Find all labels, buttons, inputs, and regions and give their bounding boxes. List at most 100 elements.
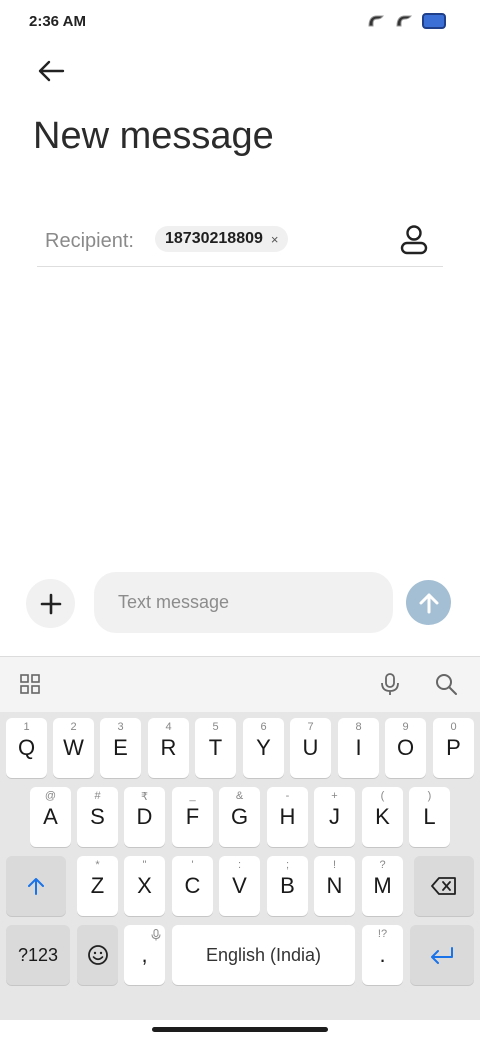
recipient-chip[interactable]: 18730218809 × <box>155 226 289 252</box>
send-arrow-icon <box>419 593 438 613</box>
status-bar: 2:36 AM <box>0 0 480 44</box>
key-j[interactable]: + J <box>314 787 355 847</box>
key-hint: !? <box>377 928 388 940</box>
key-t[interactable]: 5T <box>195 718 236 778</box>
key-hint: # <box>94 790 101 802</box>
key-g[interactable]: & G <box>219 787 260 847</box>
key-label: S <box>90 804 105 829</box>
key-hint: ; <box>285 859 290 871</box>
key-u[interactable]: 7U <box>290 718 331 778</box>
key-a[interactable]: @ A <box>30 787 71 847</box>
key-q[interactable]: 1Q <box>6 718 47 778</box>
key-hint: ) <box>427 790 432 802</box>
key-label: K <box>375 804 390 829</box>
key-i[interactable]: 8I <box>338 718 379 778</box>
key-h[interactable]: -H <box>267 787 308 847</box>
key-hint: 8 <box>355 721 362 733</box>
navigation-bar <box>0 1020 480 1040</box>
key-d[interactable]: ₹ D <box>124 787 165 847</box>
key-s[interactable]: # S <box>77 787 118 847</box>
key-z[interactable]: * Z <box>77 856 118 916</box>
key-label: W <box>63 735 84 760</box>
microphone-icon <box>381 673 399 695</box>
key-label: C <box>184 873 201 898</box>
add-attachment-button[interactable] <box>26 579 75 628</box>
key-hint: 1 <box>23 721 30 733</box>
key-label: I <box>355 735 362 760</box>
key-label: F <box>185 804 200 829</box>
key-n[interactable]: ! N <box>314 856 355 916</box>
signal-2-icon <box>396 15 412 27</box>
key-hint: ' <box>191 859 194 871</box>
key-m[interactable]: ? M <box>362 856 403 916</box>
emoji-icon <box>87 945 108 965</box>
key-hint: 6 <box>260 721 267 733</box>
space-key[interactable]: English (India) <box>172 925 355 985</box>
keyboard: 1Q 2W 3E 4R 5T 6Y 7U 8I 9O 0P @ A # S ₹ D _… <box>0 656 480 1020</box>
space-key-label: English (India) <box>205 944 322 965</box>
key-label: X <box>137 873 152 898</box>
key-r[interactable]: 4R <box>148 718 189 778</box>
key-hint: ( <box>380 790 385 802</box>
back-arrow-icon <box>38 60 65 82</box>
battery-icon <box>422 13 446 29</box>
compose-bar <box>0 570 480 636</box>
contact-person-icon[interactable] <box>399 224 429 256</box>
key-label: O <box>396 735 415 760</box>
key-hint: + <box>331 790 338 802</box>
shift-key[interactable] <box>6 856 66 916</box>
recipient-row[interactable]: Recipient: 18730218809 × <box>37 218 443 267</box>
key-hint: 5 <box>212 721 219 733</box>
key-p[interactable]: 0P <box>433 718 474 778</box>
key-y[interactable]: 6Y <box>243 718 284 778</box>
key-b[interactable]: ; B <box>267 856 308 916</box>
enter-icon <box>431 947 453 964</box>
search-button[interactable] <box>432 670 460 698</box>
key-k[interactable]: (K <box>362 787 403 847</box>
recipient-label: Recipient: <box>45 230 134 252</box>
key-label: N <box>326 873 343 898</box>
period-key[interactable]: !? . <box>362 925 403 985</box>
key-c[interactable]: ' C <box>172 856 213 916</box>
enter-key[interactable] <box>410 925 474 985</box>
home-gesture-handle[interactable] <box>152 1027 328 1032</box>
key-f[interactable]: _ F <box>172 787 213 847</box>
backspace-icon <box>431 877 456 895</box>
key-v[interactable]: :V <box>219 856 260 916</box>
key-w[interactable]: 2W <box>53 718 94 778</box>
microphone-button[interactable] <box>376 670 404 698</box>
key-hint: ? <box>379 859 386 871</box>
key-x[interactable]: " X <box>124 856 165 916</box>
key-label: P <box>446 735 461 760</box>
comma-key[interactable]: , <box>124 925 165 985</box>
key-hint: ! <box>332 859 337 871</box>
key-hint: & <box>235 790 244 802</box>
key-label: V <box>232 873 247 898</box>
remove-recipient-button[interactable]: × <box>271 232 279 247</box>
key-label: R <box>160 735 177 760</box>
key-label: L <box>423 804 436 829</box>
key-o[interactable]: 9O <box>385 718 426 778</box>
backspace-key[interactable] <box>414 856 474 916</box>
signal-1-icon <box>368 15 384 27</box>
symbols-key[interactable]: ?123 <box>6 925 70 985</box>
plus-icon <box>40 593 61 614</box>
keyboard-toolbar <box>0 657 480 712</box>
key-label: B <box>280 873 295 898</box>
key-label: E <box>113 735 128 760</box>
key-e[interactable]: 3E <box>100 718 141 778</box>
back-button[interactable] <box>34 56 68 86</box>
key-l[interactable]: ) L <box>409 787 450 847</box>
status-icons <box>366 12 446 30</box>
key-hint: " <box>142 859 147 871</box>
key-hint: : <box>237 859 242 871</box>
apps-grid-button[interactable] <box>16 670 44 698</box>
key-label: D <box>136 804 153 829</box>
key-hint: 4 <box>165 721 172 733</box>
key-hint: 7 <box>307 721 314 733</box>
send-button[interactable] <box>406 580 451 625</box>
emoji-key[interactable] <box>77 925 118 985</box>
key-hint: 0 <box>450 721 457 733</box>
text-message-input[interactable] <box>94 572 393 633</box>
symbols-key-label: ?123 <box>17 944 59 965</box>
